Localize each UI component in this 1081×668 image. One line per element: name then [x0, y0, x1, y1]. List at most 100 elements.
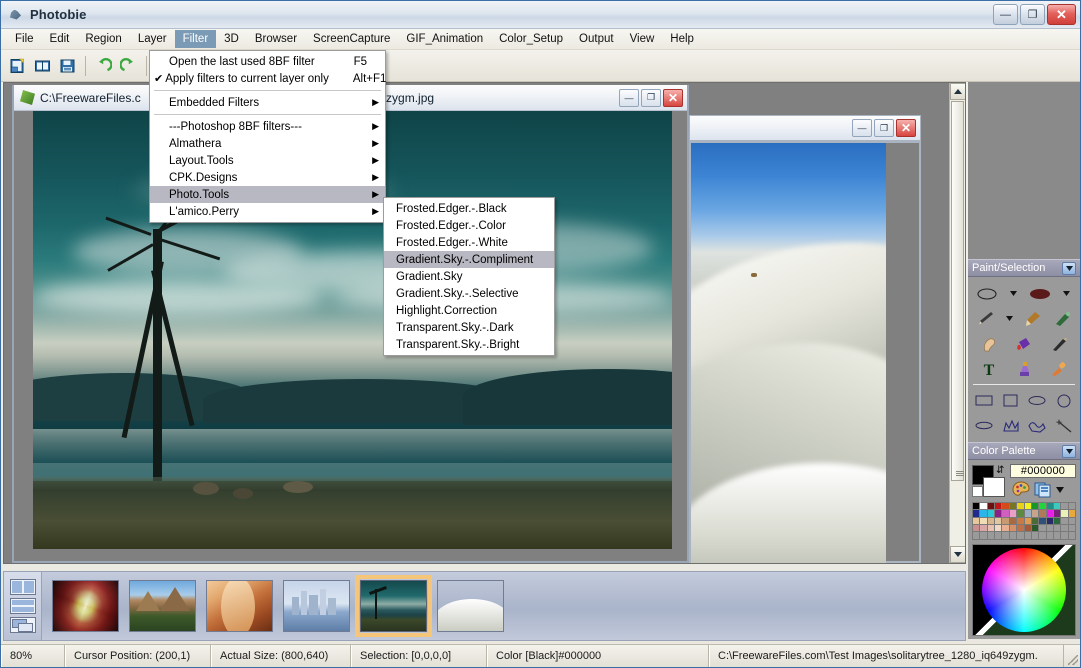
menu-region[interactable]: Region — [77, 30, 129, 48]
chevron-down-icon[interactable] — [1056, 487, 1064, 493]
palette-swatch-7[interactable] — [1025, 503, 1031, 509]
palette-swatch-15[interactable] — [980, 510, 986, 516]
palette-swatch-17[interactable] — [995, 510, 1001, 516]
palette-swatch-32[interactable] — [1002, 518, 1008, 524]
palette-swatch-33[interactable] — [1010, 518, 1016, 524]
palette-swatch-60[interactable] — [1002, 532, 1008, 538]
palette-swatch-58[interactable] — [988, 532, 994, 538]
palette-swatch-39[interactable] — [1054, 518, 1060, 524]
palette-swatch-45[interactable] — [995, 525, 1001, 531]
menu-item-layout-tools[interactable]: Layout.Tools ▶ — [150, 152, 385, 169]
menu-layer[interactable]: Layer — [130, 30, 175, 48]
menu-item-apply-current-layer[interactable]: ✔ Apply filters to current layer only Al… — [150, 70, 385, 87]
minimize-button[interactable]: — — [993, 4, 1018, 25]
menu-help[interactable]: Help — [662, 30, 702, 48]
palette-swatch-2[interactable] — [988, 503, 994, 509]
airbrush-tool[interactable] — [1051, 308, 1073, 329]
close-button[interactable]: ✕ — [1047, 4, 1076, 25]
paint-selection-panel-header[interactable]: Paint/Selection — [968, 259, 1080, 277]
palette-swatch-54[interactable] — [1061, 525, 1067, 531]
palette-swatch-35[interactable] — [1025, 518, 1031, 524]
palette-swatch-29[interactable] — [980, 518, 986, 524]
menu-item-lamico-perry[interactable]: L'amico.Perry ▶ — [150, 203, 385, 220]
palette-swatch-36[interactable] — [1032, 518, 1038, 524]
hex-color-value[interactable]: #000000 — [1010, 464, 1076, 478]
palette-swatch-10[interactable] — [1047, 503, 1053, 509]
palette-swatch-56[interactable] — [973, 532, 979, 538]
eraser-tool[interactable] — [1048, 333, 1070, 354]
eyedropper-tool[interactable] — [1048, 358, 1070, 379]
palette-swatch-66[interactable] — [1047, 532, 1053, 538]
palette-swatch-19[interactable] — [1010, 510, 1016, 516]
palette-swatch-62[interactable] — [1017, 532, 1023, 538]
menu-filter[interactable]: Filter — [175, 30, 217, 48]
background-color-swatch[interactable] — [983, 477, 1005, 497]
clone-stamp-tool[interactable] — [1013, 358, 1035, 379]
submenu-item-frosted-edger-white[interactable]: Frosted.Edger.-.White — [384, 234, 554, 251]
submenu-item-frosted-edger-color[interactable]: Frosted.Edger.-.Color — [384, 217, 554, 234]
redo-button[interactable] — [117, 54, 140, 77]
pencil-tool[interactable] — [975, 308, 997, 329]
menu-file[interactable]: File — [7, 30, 42, 48]
layout-vertical-split-button[interactable] — [10, 579, 36, 595]
palette-swatch-53[interactable] — [1054, 525, 1060, 531]
new-image-button[interactable] — [6, 54, 29, 77]
submenu-item-highlight-correction[interactable]: Highlight.Correction — [384, 302, 554, 319]
open-image-button[interactable] — [31, 54, 54, 77]
palette-swatch-41[interactable] — [1069, 518, 1075, 524]
menu-item-photo-tools[interactable]: Photo.Tools ▶ — [150, 186, 385, 203]
palette-swatch-5[interactable] — [1010, 503, 1016, 509]
palette-swatch-46[interactable] — [1002, 525, 1008, 531]
text-tool[interactable]: T — [978, 358, 1000, 379]
palette-swatch-38[interactable] — [1047, 518, 1053, 524]
palette-swatch-65[interactable] — [1039, 532, 1045, 538]
palette-swatch-25[interactable] — [1054, 510, 1060, 516]
freeform-select-tool[interactable] — [1026, 415, 1048, 436]
palette-swatch-23[interactable] — [1039, 510, 1045, 516]
maximize-button[interactable]: ❐ — [1020, 4, 1045, 25]
palette-swatch-21[interactable] — [1025, 510, 1031, 516]
palette-swatch-22[interactable] — [1032, 510, 1038, 516]
doc1-maximize-button[interactable]: ❐ — [641, 89, 661, 107]
undo-button[interactable] — [92, 54, 115, 77]
palette-swatch-47[interactable] — [1010, 525, 1016, 531]
palette-swatch-52[interactable] — [1047, 525, 1053, 531]
layout-cascade-button[interactable] — [10, 617, 36, 633]
submenu-item-gradient-sky-selective[interactable]: Gradient.Sky.-.Selective — [384, 285, 554, 302]
submenu-item-gradient-sky[interactable]: Gradient.Sky — [384, 268, 554, 285]
thumbnail-white-sand-dunes[interactable] — [437, 580, 504, 632]
menu-item-almathera[interactable]: Almathera ▶ — [150, 135, 385, 152]
palette-swatch-37[interactable] — [1039, 518, 1045, 524]
palette-swatch-24[interactable] — [1047, 510, 1053, 516]
palette-swatch-9[interactable] — [1039, 503, 1045, 509]
palette-swatch-68[interactable] — [1061, 532, 1067, 538]
ellipse-select-tool[interactable] — [1026, 390, 1048, 411]
thumbnail-canyon-mountains[interactable] — [129, 580, 196, 632]
menu-gif-animation[interactable]: GIF_Animation — [398, 30, 491, 48]
reset-colors-swatch[interactable] — [972, 486, 983, 497]
submenu-item-transparent-sky-dark[interactable]: Transparent.Sky.-.Dark — [384, 319, 554, 336]
palette-swatch-3[interactable] — [995, 503, 1001, 509]
palette-swatch-6[interactable] — [1017, 503, 1023, 509]
submenu-item-gradient-sky-compliment[interactable]: Gradient.Sky.-.Compliment — [384, 251, 554, 268]
palette-swatch-42[interactable] — [973, 525, 979, 531]
copy-colors-icon[interactable] — [1034, 481, 1052, 498]
thumbnail-city-skyline[interactable] — [283, 580, 350, 632]
pencil-dropdown[interactable] — [1005, 308, 1014, 329]
ellipse-outline-tool[interactable] — [976, 283, 998, 304]
palette-swatch-14[interactable] — [973, 510, 979, 516]
paint-bucket-tool[interactable] — [1013, 333, 1035, 354]
palette-swatch-49[interactable] — [1025, 525, 1031, 531]
palette-swatch-4[interactable] — [1002, 503, 1008, 509]
ellipse-outline-dropdown[interactable] — [1009, 283, 1019, 304]
palette-swatch-57[interactable] — [980, 532, 986, 538]
menu-item-open-last-8bf[interactable]: Open the last used 8BF filter F5 — [150, 53, 385, 70]
palette-swatch-27[interactable] — [1069, 510, 1075, 516]
scroll-up-button[interactable] — [950, 83, 966, 100]
thumbnail-abstract-swirl[interactable] — [52, 580, 119, 632]
doc1-minimize-button[interactable]: — — [619, 89, 639, 107]
scrollbar-thumb[interactable] — [951, 101, 964, 481]
flat-ellipse-select-tool[interactable] — [973, 415, 995, 436]
doc2-maximize-button[interactable]: ❐ — [874, 119, 894, 137]
palette-swatch-51[interactable] — [1039, 525, 1045, 531]
